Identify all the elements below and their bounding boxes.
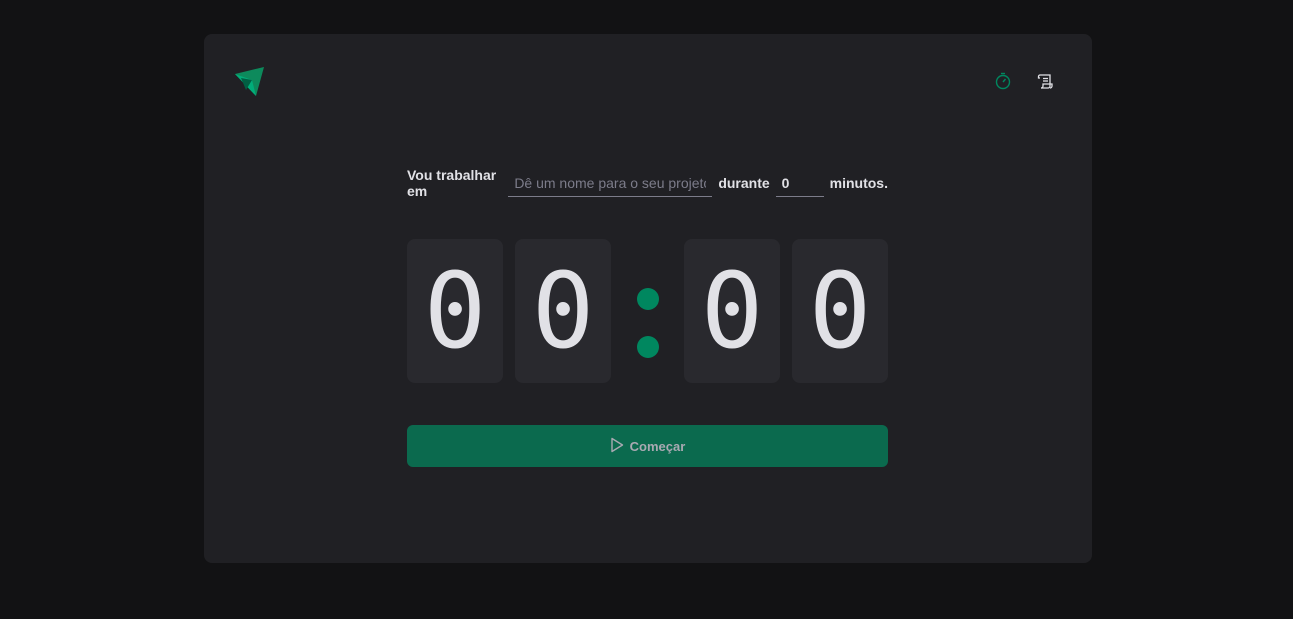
countdown-separator bbox=[636, 239, 660, 383]
play-icon bbox=[610, 437, 624, 456]
scroll-history-icon[interactable] bbox=[1036, 72, 1054, 90]
minutes-tens-digit: 0 bbox=[407, 239, 503, 383]
seconds-tens-digit: 0 bbox=[684, 239, 780, 383]
header-nav bbox=[994, 72, 1054, 90]
task-form: Vou trabalhar em durante minutos. bbox=[407, 167, 888, 199]
minutes-amount-input[interactable] bbox=[775, 169, 824, 197]
seconds-ones-digit: 0 bbox=[792, 239, 888, 383]
minutes-ones-digit: 0 bbox=[515, 239, 611, 383]
ignite-logo-icon bbox=[234, 66, 266, 98]
duration-label: durante bbox=[718, 175, 770, 191]
countdown-display: 0 0 0 0 bbox=[407, 239, 888, 383]
minutes-unit-label: minutos. bbox=[829, 175, 888, 191]
task-label: Vou trabalhar em bbox=[407, 167, 497, 199]
project-name-input[interactable] bbox=[508, 169, 713, 197]
start-button-label: Começar bbox=[629, 438, 686, 454]
separator-dot-top bbox=[637, 288, 659, 310]
timer-icon[interactable] bbox=[994, 72, 1012, 90]
separator-dot-bottom bbox=[637, 336, 659, 358]
start-countdown-button[interactable]: Começar bbox=[407, 425, 888, 467]
timer-card: Vou trabalhar em durante minutos. 0 0 0 … bbox=[204, 34, 1092, 563]
